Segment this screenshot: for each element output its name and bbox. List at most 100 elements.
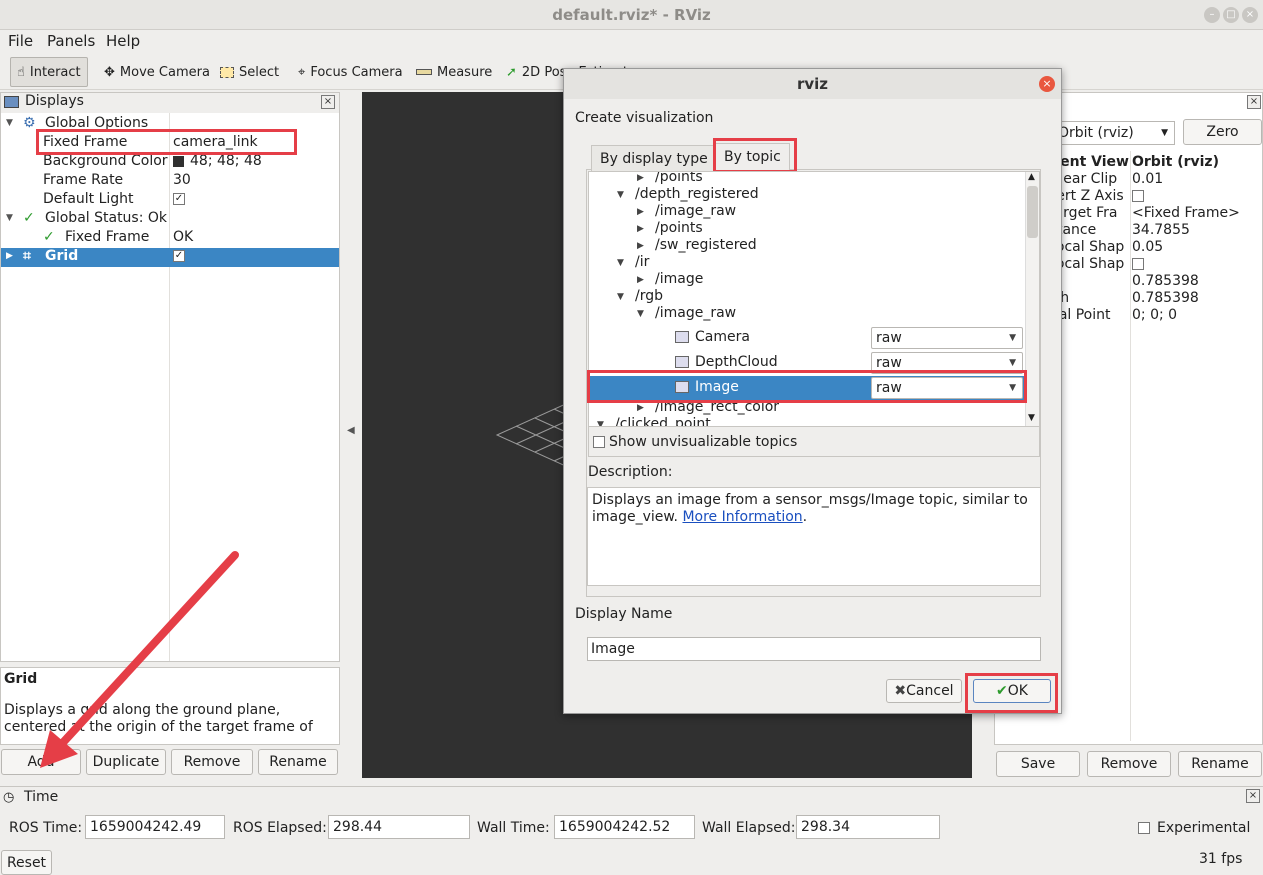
move-camera-tool[interactable]: ✥ Move Camera	[98, 57, 216, 87]
tab-by-display-type[interactable]: By display type	[591, 145, 717, 171]
expanded-arrow-icon[interactable]: ▼	[617, 190, 624, 200]
checkbox-unchecked-icon	[1132, 190, 1144, 202]
topic-row[interactable]: ▼ /image_raw	[589, 305, 1024, 325]
cancel-x-icon: ✖	[894, 683, 907, 699]
background-color-value[interactable]: 48; 48; 48	[173, 153, 262, 169]
more-information-link[interactable]: More Information	[682, 509, 802, 525]
time-panel: ◷ Time × ROS Time: 1659004242.49 ROS Ela…	[0, 786, 1263, 875]
collapsed-arrow-icon[interactable]: ▶	[637, 224, 644, 234]
window-titlebar: default.rviz* - RViz – □ ×	[0, 0, 1263, 30]
close-panel-icon[interactable]: ×	[1247, 95, 1261, 109]
reset-button[interactable]: Reset	[1, 850, 52, 875]
plugin-label: Camera	[695, 329, 750, 345]
default-light-row[interactable]: Default Light ✓	[1, 191, 339, 210]
view-property-value[interactable]	[1132, 256, 1144, 272]
remove-view-button[interactable]: Remove	[1087, 751, 1171, 777]
topic-row[interactable]: ▼ /clicked_point	[589, 416, 1024, 426]
grid-enabled-checkbox[interactable]: ✓	[173, 248, 185, 264]
experimental-checkbox[interactable]	[1138, 822, 1150, 834]
scroll-down-icon[interactable]: ▼	[1028, 413, 1035, 423]
grid-display-row[interactable]: ▶ ⌗ Grid ✓	[1, 248, 339, 267]
expanded-arrow-icon[interactable]: ▼	[617, 258, 624, 268]
property-key: Fixed Frame	[65, 229, 150, 245]
background-color-text: 48; 48; 48	[190, 153, 262, 169]
close-window-icon[interactable]: ×	[1242, 7, 1258, 23]
expand-arrow-icon[interactable]: ▼	[6, 118, 13, 128]
collapsed-arrow-icon[interactable]: ▶	[637, 207, 644, 217]
collapsed-arrow-icon[interactable]: ▶	[637, 173, 644, 183]
view-property-value[interactable]: 34.7855	[1132, 222, 1190, 238]
menu-panels[interactable]: Panels	[47, 32, 95, 50]
transport-value: raw	[876, 330, 902, 346]
maximize-icon[interactable]: □	[1223, 7, 1239, 23]
global-status-label: Global Status: Ok	[45, 210, 168, 226]
plugin-row-camera[interactable]: Camera raw ▼	[589, 326, 1024, 350]
close-panel-icon[interactable]: ×	[1246, 789, 1260, 803]
topic-label: /ir	[635, 254, 650, 270]
interact-tool[interactable]: ☝ Interact	[10, 57, 88, 87]
ros-elapsed-field[interactable]: 298.44	[328, 815, 470, 839]
collapsed-arrow-icon[interactable]: ▶	[637, 403, 644, 413]
rename-button[interactable]: Rename	[258, 749, 338, 775]
menu-help[interactable]: Help	[106, 32, 140, 50]
measure-tool[interactable]: Measure	[410, 57, 498, 87]
grid-label: Grid	[45, 248, 79, 264]
save-view-button[interactable]: Save	[996, 751, 1080, 777]
scroll-thumb[interactable]	[1027, 186, 1038, 238]
frame-rate-row[interactable]: Frame Rate 30	[1, 172, 339, 191]
status-ok-icon: ✓	[23, 210, 35, 226]
view-property-value[interactable]: 0.785398	[1132, 273, 1199, 289]
expanded-arrow-icon[interactable]: ▼	[617, 292, 624, 302]
checkbox-unchecked-icon	[1132, 258, 1144, 270]
view-property-value[interactable]: <Fixed Frame>	[1132, 205, 1240, 221]
background-color-row[interactable]: Background Color 48; 48; 48	[1, 153, 339, 172]
minimize-icon[interactable]: –	[1204, 7, 1220, 23]
expand-arrow-icon[interactable]: ▼	[6, 213, 13, 223]
view-property-value[interactable]: 0.785398	[1132, 290, 1199, 306]
cancel-label: Cancel	[906, 683, 954, 699]
expanded-arrow-icon[interactable]: ▼	[637, 309, 644, 319]
frame-rate-value[interactable]: 30	[173, 172, 191, 188]
expanded-arrow-icon[interactable]: ▼	[597, 420, 604, 426]
view-property-value[interactable]: 0.05	[1132, 239, 1163, 255]
view-property-value[interactable]: 0; 0; 0	[1132, 307, 1177, 323]
create-visualization-dialog: rviz × Create visualization By display t…	[563, 68, 1062, 714]
wall-time-field[interactable]: 1659004242.52	[554, 815, 695, 839]
green-arrow-icon: ➚	[506, 64, 517, 80]
zero-button[interactable]: Zero	[1183, 119, 1262, 145]
annotation-arrow	[40, 551, 239, 768]
display-name-input[interactable]: Image	[587, 637, 1041, 661]
collapsed-arrow-icon[interactable]: ▶	[637, 275, 644, 285]
current-view-text: Current View	[1053, 154, 1129, 170]
focus-camera-tool[interactable]: ⌖ Focus Camera	[292, 57, 409, 87]
dropdown-arrow-icon: ▼	[1161, 128, 1168, 138]
displays-panel-header: Displays ×	[1, 93, 339, 113]
tree-scrollbar[interactable]: ▲ ▼	[1025, 172, 1039, 426]
rename-view-button[interactable]: Rename	[1178, 751, 1262, 777]
transport-select[interactable]: raw ▼	[871, 327, 1023, 349]
grid-icon: ⌗	[23, 248, 31, 264]
measure-label: Measure	[437, 64, 493, 80]
menu-file[interactable]: File	[8, 32, 33, 50]
global-status-row[interactable]: ▼ ✓ Global Status: Ok	[1, 210, 339, 229]
select-tool[interactable]: Select	[214, 57, 285, 87]
view-property-value[interactable]: 0.01	[1132, 171, 1163, 187]
view-property-value[interactable]	[1132, 188, 1144, 204]
show-unvisualizable-checkbox[interactable]	[593, 436, 605, 448]
clock-icon: ◷	[3, 790, 15, 805]
hand-icon: ☝	[17, 64, 25, 80]
ros-time-field[interactable]: 1659004242.49	[85, 815, 225, 839]
status-fixed-frame-row[interactable]: ✓ Fixed Frame OK	[1, 229, 339, 248]
dialog-close-icon[interactable]: ×	[1039, 76, 1055, 92]
close-panel-icon[interactable]: ×	[321, 95, 335, 109]
scroll-up-icon[interactable]: ▲	[1028, 172, 1035, 182]
default-light-checkbox[interactable]: ✓	[173, 191, 185, 207]
focus-icon: ⌖	[298, 64, 306, 80]
splitter-arrow-icon[interactable]: ◀	[347, 425, 355, 436]
topic-label: /points	[655, 220, 703, 236]
camera-icon	[675, 331, 689, 343]
collapsed-arrow-icon[interactable]: ▶	[637, 241, 644, 251]
collapsed-arrow-icon[interactable]: ▶	[6, 251, 13, 261]
wall-elapsed-field[interactable]: 298.34	[796, 815, 940, 839]
cancel-button[interactable]: ✖Cancel	[886, 679, 962, 703]
